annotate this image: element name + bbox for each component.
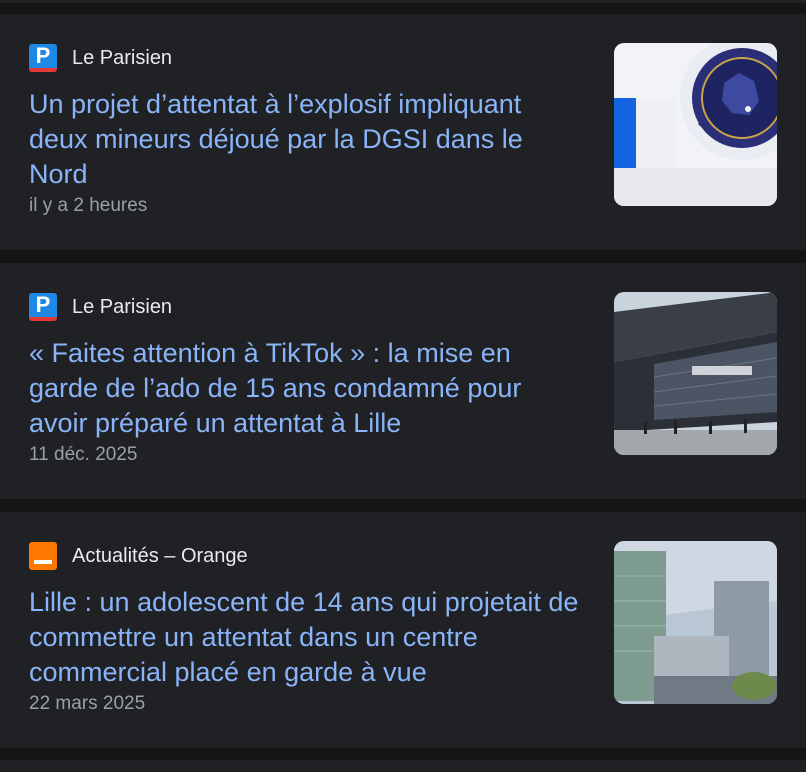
news-feed: P Le Parisien Un projet d’attentat à l’e… <box>0 0 806 772</box>
le-parisien-logo-icon: P <box>29 43 57 72</box>
source-name: Le Parisien <box>72 295 173 318</box>
news-thumbnail[interactable] <box>614 541 777 704</box>
news-card[interactable]: P Le Parisien Un projet d’attentat à l’e… <box>0 14 806 250</box>
news-source: Actualités – Orange <box>29 542 248 570</box>
orange-logo-icon <box>29 542 57 570</box>
source-name: Actualités – Orange <box>72 544 248 567</box>
news-headline-link[interactable]: « Faites attention à TikTok » : la mise … <box>29 336 584 441</box>
news-card[interactable]: P Le Parisien « Faites attention à TikTo… <box>0 263 806 499</box>
dgsi-emblem-photo-image <box>614 43 777 206</box>
news-source: P Le Parisien <box>29 292 173 321</box>
euralille-building-photo-image <box>614 292 777 455</box>
news-timestamp: 11 déc. 2025 <box>29 444 138 465</box>
news-source: P Le Parisien <box>29 43 173 72</box>
news-headline-link[interactable]: Un projet d’attentat à l’explosif impliq… <box>29 87 584 192</box>
le-parisien-logo-icon: P <box>29 292 57 321</box>
news-headline-link[interactable]: Lille : un adolescent de 14 ans qui proj… <box>29 585 584 690</box>
news-timestamp: il y a 2 heures <box>29 195 148 216</box>
news-card[interactable]: Actualités – Orange Lille : un adolescen… <box>0 512 806 748</box>
source-name: Le Parisien <box>72 46 173 69</box>
news-thumbnail[interactable] <box>614 292 777 455</box>
previous-card-edge <box>0 0 806 3</box>
news-timestamp: 22 mars 2025 <box>29 693 146 714</box>
lille-office-towers-photo-image <box>614 541 777 704</box>
next-card-edge <box>0 760 806 772</box>
news-thumbnail[interactable] <box>614 43 777 206</box>
